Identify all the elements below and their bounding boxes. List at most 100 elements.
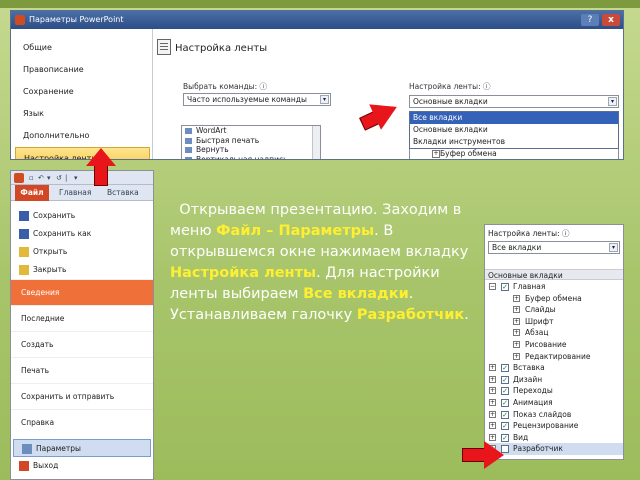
keyword-all-tabs: Все вкладки [303, 286, 409, 302]
tree-row[interactable]: + ✓ Рецензирование [485, 420, 623, 432]
options-dialog: Параметры PowerPoint ? x Общие Правописан… [10, 10, 624, 160]
file-backstage-menu: ▫ ↶ ▾ ↺ | ▾ Файл Главная Вставка Сохранить Сох… [10, 170, 154, 480]
checkbox[interactable]: ✓ [501, 375, 509, 384]
expand-icon[interactable]: + [489, 387, 496, 395]
backstage-item[interactable]: Открыть [11, 243, 153, 261]
expand-icon[interactable]: + [513, 352, 520, 360]
backstage-item-label: Закрыть [33, 265, 67, 274]
expand-icon[interactable]: + [489, 410, 496, 418]
command-item[interactable]: WordArt [182, 126, 320, 136]
expand-icon[interactable]: + [513, 340, 520, 348]
options-icon [22, 444, 32, 454]
backstage-item[interactable]: Создать [11, 331, 153, 357]
sidebar-item[interactable]: Дополнительно [11, 125, 152, 147]
backstage-item[interactable]: Выход [11, 457, 153, 475]
tree-row[interactable]: + ✓ Переходы [485, 385, 623, 397]
tree-row[interactable]: + ✓ Анимация [485, 397, 623, 409]
checkbox[interactable]: ✓ [501, 364, 509, 373]
tree-row-label: Слайды [525, 305, 556, 315]
checkbox[interactable]: ✓ [501, 410, 509, 419]
sidebar-item[interactable]: Правописание [11, 59, 152, 81]
qat-button[interactable]: ↶ [38, 174, 44, 182]
sidebar-item[interactable]: Сохранение [11, 81, 152, 103]
open-folder-icon [19, 247, 29, 257]
tree-row[interactable]: + ✓ Вид [485, 432, 623, 444]
expand-icon[interactable]: + [489, 398, 496, 406]
tree-row-label: Вставка [513, 363, 545, 373]
tab-file[interactable]: Файл [15, 185, 49, 201]
powerpoint-icon [14, 173, 24, 183]
backstage-item[interactable]: Последние [11, 305, 153, 331]
tree-row[interactable]: + Буфер обмена [485, 293, 623, 305]
qat-button[interactable]: ↺ [56, 174, 62, 182]
red-arrow-up-icon [86, 148, 116, 188]
dropdown-option[interactable]: Основные вкладки [410, 124, 618, 136]
checkbox[interactable]: ✓ [501, 387, 509, 396]
dropdown-option[interactable]: Все вкладки [410, 112, 618, 124]
expand-icon[interactable]: + [513, 317, 520, 325]
expand-icon[interactable]: + [513, 329, 520, 337]
checkbox[interactable]: ✓ [501, 422, 509, 431]
section-heading: Настройка ленты [175, 43, 268, 54]
tree-row-label: Абзац [525, 328, 549, 338]
backstage-item[interactable]: Печать [11, 357, 153, 383]
customize-ribbon-dropdown[interactable]: Основные вкладки ▾ [409, 95, 619, 108]
backstage-item[interactable]: Сохранить [11, 207, 153, 225]
choose-commands-dropdown[interactable]: Часто используемые команды ▾ [183, 93, 331, 106]
command-item[interactable]: Быстрая печать [182, 136, 320, 146]
tree-row[interactable]: + Слайды [485, 304, 623, 316]
tree-row-label: Главная [513, 282, 546, 291]
backstage-item[interactable]: Параметры [13, 439, 151, 457]
collapse-icon[interactable]: − [489, 283, 496, 290]
backstage-item-label: Открыть [33, 247, 68, 256]
tree-row[interactable]: + Редактирование [485, 351, 623, 363]
expand-icon[interactable]: + [513, 306, 520, 314]
tree-node[interactable]: Слайды [410, 158, 618, 159]
close-button[interactable]: x [602, 14, 620, 26]
dropdown-option[interactable]: Вкладки инструментов [410, 136, 618, 148]
tree-row-label: Рецензирование [513, 421, 579, 431]
checkbox[interactable]: ✓ [501, 398, 509, 407]
backstage-item[interactable]: Справка [11, 409, 153, 435]
close-folder-icon [19, 265, 29, 275]
tree-row-label: Шрифт [525, 316, 554, 326]
backstage-item[interactable]: Сохранить как [11, 225, 153, 243]
sidebar-item[interactable]: Общие [11, 37, 152, 59]
info-icon: ⓘ [561, 229, 570, 238]
backstage-item[interactable]: Сведения [11, 279, 153, 305]
tree-row[interactable]: + ✓ Вставка [485, 362, 623, 374]
commands-list[interactable]: WordArt Быстрая печать Вернуть Вертикальная… [181, 125, 321, 159]
expand-icon[interactable]: + [513, 294, 520, 302]
backstage-item[interactable]: Сохранить и отправить [11, 383, 153, 409]
checkbox[interactable]: ✓ [501, 283, 509, 291]
qat-button[interactable]: | [65, 174, 67, 182]
tabs-filter-dropdown[interactable]: Все вкладки ▾ [488, 241, 620, 254]
tree-row[interactable]: + ✓ Показ слайдов [485, 409, 623, 421]
tree-row[interactable]: + Абзац [485, 327, 623, 339]
command-item[interactable]: Вернуть [182, 145, 320, 155]
tree-row[interactable]: + Рисование [485, 339, 623, 351]
tree-node[interactable]: Буфер обмена [410, 149, 618, 158]
help-button[interactable]: ? [581, 14, 599, 26]
commands-scrollbar[interactable] [312, 126, 320, 159]
command-item[interactable]: Вертикальная надпись [182, 155, 320, 159]
expand-icon[interactable]: + [489, 364, 496, 372]
expand-icon[interactable]: + [489, 422, 496, 430]
backstage-item[interactable]: Закрыть [11, 261, 153, 279]
sidebar-item[interactable]: Язык [11, 103, 152, 125]
ribbon-tree-panel: Настройка ленты: ⓘ Все вкладки ▾ Основны… [484, 224, 624, 460]
tree-row[interactable]: − ✓ Главная [485, 281, 623, 293]
tree-row[interactable]: + Разработчик [485, 443, 623, 455]
tree-row-label: Переходы [513, 386, 553, 396]
qat-button[interactable]: ▾ [47, 174, 51, 182]
expand-icon[interactable]: + [489, 375, 496, 383]
backstage-item-label: Параметры [36, 444, 81, 453]
qat-button[interactable]: ▾ [74, 174, 78, 182]
ribbon-tree-partial: Буфер обменаСлайды [409, 149, 619, 159]
sidebar-item[interactable]: Настройка ленты [15, 147, 150, 159]
tree-row[interactable]: + ✓ Дизайн [485, 374, 623, 386]
tree-row[interactable]: + Шрифт [485, 316, 623, 328]
tree-row-label: Анимация [513, 397, 553, 407]
chevron-down-icon: ▾ [320, 95, 329, 104]
qat-button[interactable]: ▫ [29, 174, 34, 182]
